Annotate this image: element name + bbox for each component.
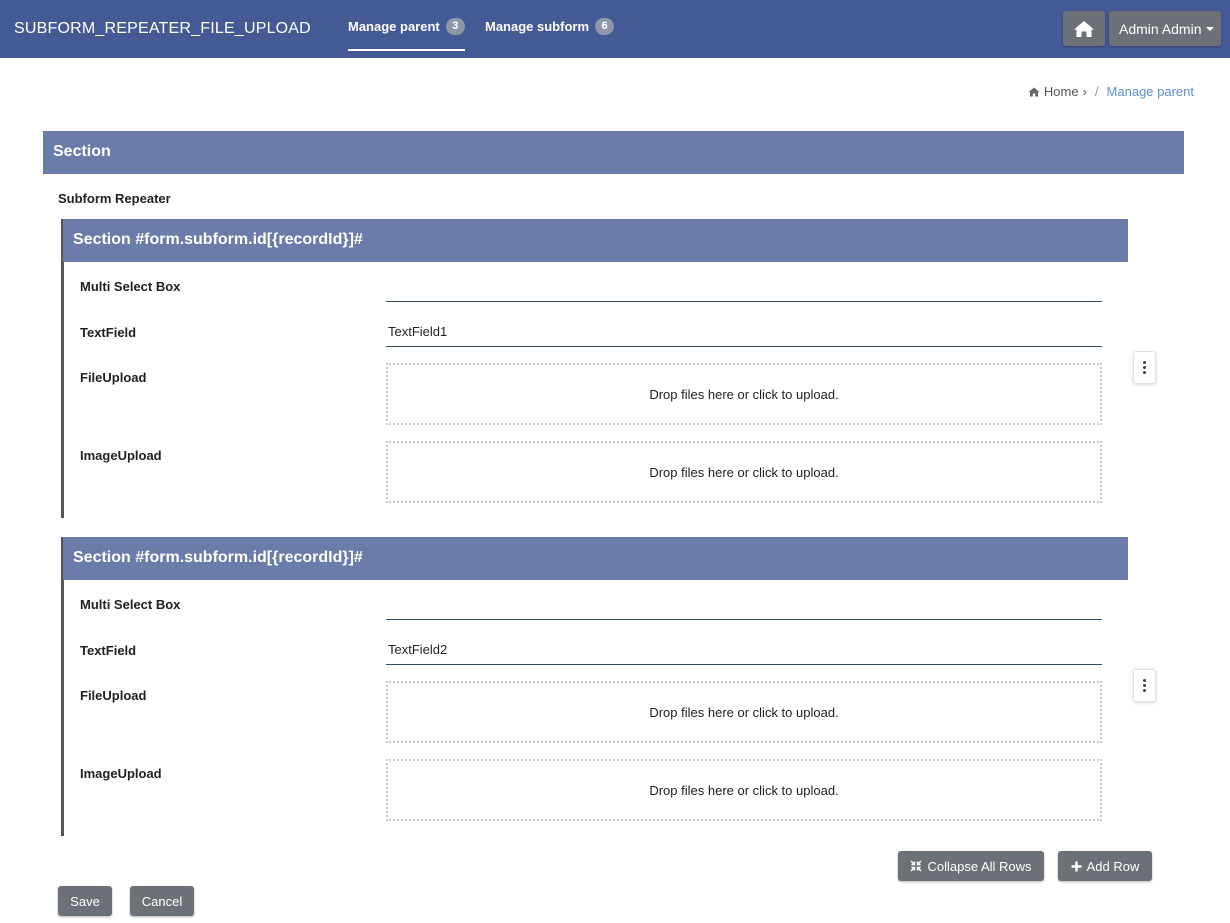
row-options-button[interactable] [1133,351,1156,384]
plus-icon [1071,861,1082,872]
row-header[interactable]: Section #form.subform.id[{recordId}]# [63,219,1128,262]
textfield-label: TextField [80,325,137,340]
user-menu-label: Admin Admin [1119,20,1202,37]
imageupload-dropzone[interactable]: Drop files here or click to upload. [386,759,1102,821]
row-header[interactable]: Section #form.subform.id[{recordId}]# [63,537,1128,580]
save-button[interactable]: Save [58,886,112,916]
top-navbar: SUBFORM_REPEATER_FILE_UPLOAD Manage pare… [0,0,1230,58]
kebab-dot-icon [1143,684,1146,687]
fileupload-label: FileUpload [80,370,147,385]
home-small-icon [1028,87,1040,96]
subform-row: Section #form.subform.id[{recordId}]# Mu… [61,219,1128,518]
collapse-all-rows-button[interactable]: Collapse All Rows [898,851,1044,881]
breadcrumb: Home › / Manage parent [1028,84,1194,99]
row-options-button[interactable] [1133,669,1156,702]
home-icon [1074,20,1094,37]
kebab-dot-icon [1143,371,1146,374]
kebab-dot-icon [1143,366,1146,369]
cancel-button[interactable]: Cancel [130,886,194,916]
section-header: Section [43,131,1184,174]
user-menu-button[interactable]: Admin Admin [1109,11,1221,46]
app-title[interactable]: SUBFORM_REPEATER_FILE_UPLOAD [14,20,311,38]
textfield-input[interactable]: TextField2 [386,635,1102,665]
tab-manage-parent-badge: 3 [445,17,465,35]
textfield-input[interactable]: TextField1 [386,317,1102,347]
subform-repeater-label: Subform Repeater [58,191,171,206]
home-button[interactable] [1063,11,1105,46]
compress-icon [910,860,922,872]
multi-select-label: Multi Select Box [80,279,181,294]
textfield-label: TextField [80,643,137,658]
subform-row: Section #form.subform.id[{recordId}]# Mu… [61,537,1128,836]
tab-manage-subform-label: Manage subform [485,18,590,34]
fileupload-dropzone[interactable]: Drop files here or click to upload. [386,681,1102,743]
tab-manage-parent-label: Manage parent [348,18,440,34]
tab-manage-subform[interactable]: Manage subform 6 [485,0,615,52]
add-row-label: Add Row [1086,858,1140,874]
kebab-dot-icon [1143,689,1146,692]
breadcrumb-current[interactable]: Manage parent [1107,84,1194,99]
imageupload-label: ImageUpload [80,766,162,781]
multi-select-box[interactable] [386,590,1102,620]
kebab-dot-icon [1143,679,1146,682]
tab-manage-parent[interactable]: Manage parent 3 [348,0,465,52]
kebab-dot-icon [1143,361,1146,364]
add-row-button[interactable]: Add Row [1058,851,1152,881]
tab-manage-subform-badge: 6 [595,17,615,35]
multi-select-label: Multi Select Box [80,597,181,612]
chevron-right-icon: › [1082,84,1087,99]
imageupload-label: ImageUpload [80,448,162,463]
collapse-all-rows-label: Collapse All Rows [927,858,1032,874]
caret-down-icon [1206,26,1215,31]
fileupload-label: FileUpload [80,688,147,703]
breadcrumb-separator: / [1094,84,1099,99]
breadcrumb-home[interactable]: Home [1044,84,1079,99]
fileupload-dropzone[interactable]: Drop files here or click to upload. [386,363,1102,425]
multi-select-box[interactable] [386,272,1102,302]
imageupload-dropzone[interactable]: Drop files here or click to upload. [386,441,1102,503]
